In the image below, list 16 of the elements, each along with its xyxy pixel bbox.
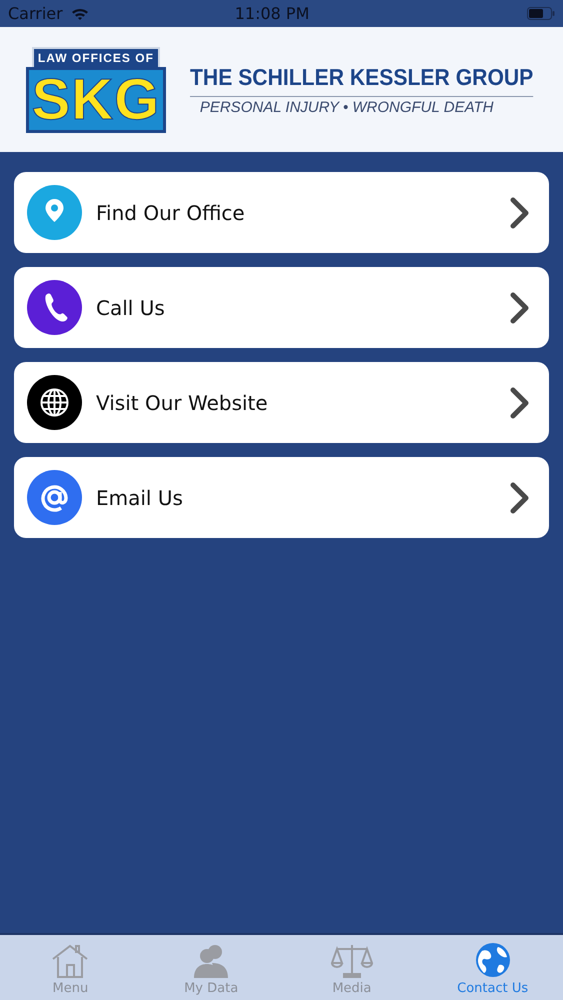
carrier-name: Carrier: [8, 2, 63, 24]
chevron-right-icon: [509, 196, 531, 230]
firm-name: THE SCHILLER KESSLER GROUP: [190, 60, 534, 97]
clock-time: 11:08 PM: [234, 2, 310, 24]
logo-text: SKG: [26, 66, 166, 132]
contact-option[interactable]: Visit Our Website: [14, 362, 549, 443]
chevron-right-icon: [509, 480, 531, 514]
chevron-right-icon: [509, 290, 531, 324]
firm-tagline: PERSONAL INJURY • WRONGFUL DEATH: [198, 98, 494, 118]
contact-option[interactable]: Find Our Office: [14, 172, 549, 253]
logo-caption: LAW OFFICES OF: [32, 46, 160, 66]
chevron-right-icon: [509, 386, 531, 420]
contact-option[interactable]: Email Us: [14, 457, 549, 538]
contact-option[interactable]: Call Us: [14, 267, 549, 348]
wifi-icon: [70, 6, 89, 20]
battery-icon: [527, 7, 555, 20]
